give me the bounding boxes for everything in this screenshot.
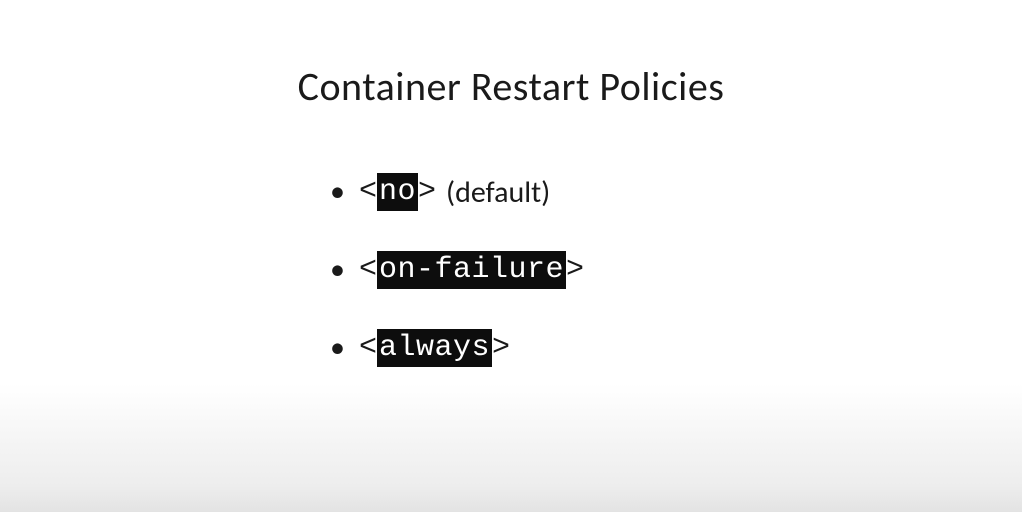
angle-open: < (359, 253, 377, 287)
angle-close: > (418, 175, 436, 209)
list-item: • <on-failure> (330, 251, 1022, 289)
policy-list: • <no> (default) • <on-failure> • <alway… (330, 173, 1022, 367)
angle-open: < (359, 175, 377, 209)
list-item: • <no> (default) (330, 173, 1022, 211)
angle-close: > (566, 253, 584, 287)
policy-suffix: (default) (446, 174, 550, 211)
bullet-icon: • (330, 333, 345, 363)
angle-close: > (492, 331, 510, 365)
list-item: • <always> (330, 329, 1022, 367)
policy-code: on-failure (377, 251, 566, 289)
slide-title: Container Restart Policies (0, 0, 1022, 111)
policy-code: no (377, 173, 418, 211)
angle-open: < (359, 331, 377, 365)
bullet-icon: • (330, 255, 345, 285)
policy-code: always (377, 329, 492, 367)
bullet-icon: • (330, 177, 345, 207)
